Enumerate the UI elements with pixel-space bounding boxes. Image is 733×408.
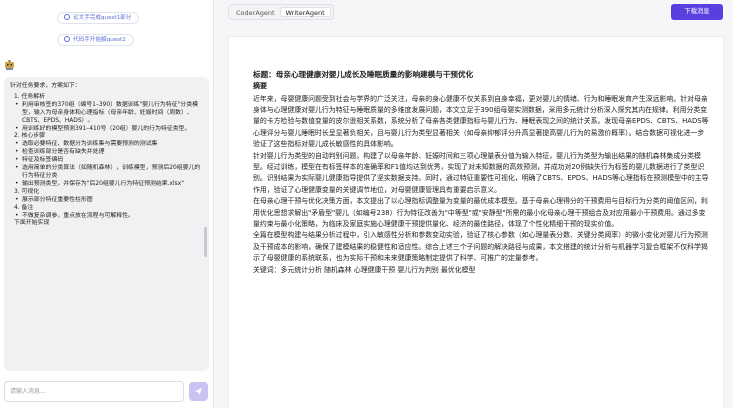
message-bullet: 输出预测类型，并保存为"后20组婴儿行为特征预测结果.xlsx" (10, 181, 203, 189)
agent-avatar (4, 55, 15, 70)
message-list: 1. 任务解析利用审核签的370组（编号1–390）数据训练"婴儿行为特征"分类… (10, 94, 203, 228)
agent-tabs: CoderAgent WriterAgent (228, 4, 334, 20)
message-section: 4. 备注 (14, 204, 34, 211)
paragraph: 近年来，母婴健康问题受到社会与学界的广泛关注，母亲的身心健康不仅关系到自身幸福，… (253, 94, 709, 149)
message-section: 1. 任务解析 (14, 93, 46, 100)
document-panel: CoderAgent WriterAgent 下载消息 标题：母亲心理健康对婴儿… (214, 0, 733, 408)
tab-writeragent[interactable]: WriterAgent (279, 7, 331, 17)
assistant-message: 针对任务要求，方案如下： 1. 任务解析利用审核签的370组（编号1–390）数… (4, 77, 209, 371)
message-bullet: 不做复杂调参，重点放在流程与可解释性。 (10, 213, 203, 221)
check-circle-icon (64, 36, 70, 42)
message-bullet: 特征及标签编码 (10, 157, 203, 165)
input-placeholder: 请输入消息... (10, 388, 46, 395)
message-section: 3. 可视化 (14, 188, 40, 195)
task-chip-label: 论文手完成quest1部分 (73, 15, 132, 21)
message-section: 下面开始实现 (14, 220, 50, 227)
download-button[interactable]: 下载消息 (671, 4, 723, 20)
document-title: 标题：母亲心理健康对婴儿成长及睡眠质量的影响建模与干预优化 (253, 70, 474, 79)
message-bullet: 用训练好的模型预测391–410号（20组）婴儿的行为特征类型。 (10, 126, 203, 134)
message-bullet: 选用简单的分类算法（如随机森林），训练模型，预测后20组婴儿的行为特征分类 (10, 165, 203, 181)
message-input[interactable]: 请输入消息... (4, 381, 184, 402)
message-bullet: 展示部分特征重要性柱形图 (10, 197, 203, 205)
tab-coderagent[interactable]: CoderAgent (231, 7, 280, 17)
document-view: 标题：母亲心理健康对婴儿成长及睡眠质量的影响建模与干预优化 摘要 近年来，母婴健… (228, 36, 724, 408)
task-chip-2[interactable]: 代码手开始解quest2 (57, 34, 134, 46)
check-circle-icon (64, 14, 70, 20)
paragraph: 针对婴儿行为类型的自动判别问题，构建了以母亲年龄、妊娠时间和三项心理量表分值为输… (253, 151, 709, 194)
message-intro: 针对任务要求，方案如下： (10, 83, 81, 89)
keywords: 关键词：多元统计分析 随机森林 心理健康干预 婴儿行为判别 最优化模型 (253, 265, 476, 274)
paragraph: 全篇在模型构建与结果分析过程中，引入敏感性分析和参数变动实验，验证了核心参数（如… (253, 231, 708, 263)
abstract-heading: 摘要 (253, 82, 267, 90)
task-chip-1[interactable]: 论文手完成quest1部分 (57, 12, 140, 24)
paragraph: 在母亲心理干预与优化决策方面，本文提出了以心理指标调整量为变量的最优成本模型。基… (253, 197, 708, 228)
chat-panel: 论文手完成quest1部分 代码手开始解quest2 针对任务要求，方案如下： … (0, 0, 213, 408)
send-icon (194, 387, 203, 396)
app-window: 论文手完成quest1部分 代码手开始解quest2 针对任务要求，方案如下： … (0, 0, 733, 408)
message-bullet: 利用审核签的370组（编号1–390）数据训练"婴儿行为特征"分类模型，输入为母… (10, 102, 203, 126)
scrollbar[interactable] (204, 227, 207, 257)
task-chip-label: 代码手开始解quest2 (73, 37, 126, 43)
message-bullet: 检查训练部分是否有缺失并处理 (10, 149, 203, 157)
send-button[interactable] (189, 382, 208, 401)
